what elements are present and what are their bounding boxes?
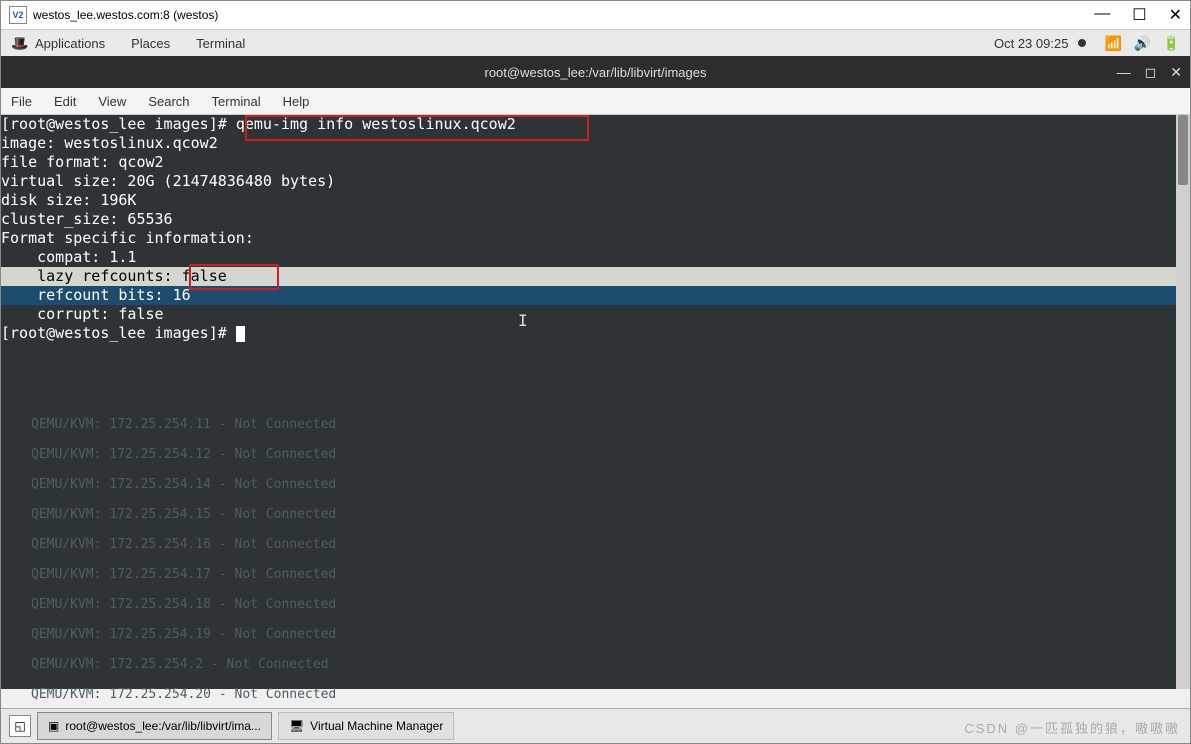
term-maximize-button[interactable]: ◻ [1145,64,1157,81]
list-item: QEMU/KVM: 172.25.254.2 - Not Connected [31,650,336,680]
output-line: cluster_size: 65536 [1,210,173,228]
output-line: image: westoslinux.qcow2 [1,134,218,152]
redhat-icon[interactable]: 🎩 [11,35,27,51]
menu-terminal[interactable]: Terminal [196,36,245,51]
output-line: Format specific information: [1,229,254,247]
vnc-icon: V2 [9,6,27,24]
terminal-window-title: root@westos_lee:/var/lib/libvirt/images [484,65,706,80]
list-item: QEMU/KVM: 172.25.254.16 - Not Connected [31,530,336,560]
close-button[interactable]: ✕ [1169,5,1182,25]
recording-dot-icon [1078,39,1086,47]
terminal-output[interactable]: [root@westos_lee images]# qemu-img info … [1,115,1190,343]
list-item: QEMU/KVM: 172.25.254.15 - Not Connected [31,500,336,530]
clock[interactable]: Oct 23 09:25 [994,36,1068,51]
network-icon[interactable]: 📶 [1104,35,1121,51]
term-menu-terminal[interactable]: Terminal [212,94,261,109]
output-line: disk size: 196K [1,191,136,209]
list-item: QEMU/KVM: 172.25.254.20 - Not Connected [31,680,336,710]
list-item: QEMU/KVM: 172.25.254.17 - Not Connected [31,560,336,590]
output-line: corrupt: false [1,305,164,323]
output-line: virtual size: 20G (21474836480 bytes) [1,172,335,190]
list-item: QEMU/KVM: 172.25.254.14 - Not Connected [31,470,336,500]
output-line-selected: refcount bits: 16 [1,286,1190,305]
cursor-icon [236,326,245,342]
output-line-highlight: lazy refcounts: false [1,267,1190,286]
term-minimize-button[interactable]: — [1117,64,1131,81]
terminal-body[interactable]: QEMU/KVM: 172.25.254.11 - Not Connected … [1,115,1190,689]
term-menu-edit[interactable]: Edit [54,94,76,109]
menu-applications[interactable]: Applications [35,36,105,51]
terminal-window-titlebar[interactable]: root@westos_lee:/var/lib/libvirt/images … [1,56,1190,88]
battery-icon[interactable]: 🔋 [1163,35,1180,51]
list-item: QEMU/KVM: 172.25.254.18 - Not Connected [31,590,336,620]
text-cursor-icon: I [518,311,528,330]
list-item: QEMU/KVM: 172.25.254.11 - Not Connected [31,410,336,440]
virt-manager-icon: 🖥 [289,719,304,733]
prompt: [root@westos_lee images]# [1,324,236,342]
taskbar-task-virt-manager[interactable]: 🖥 Virtual Machine Manager [278,712,454,740]
volume-icon[interactable]: 🔊 [1134,35,1151,51]
taskbar-task-terminal[interactable]: ▣ root@westos_lee:/var/lib/libvirt/ima..… [37,712,272,740]
maximize-button[interactable]: ☐ [1132,5,1146,25]
term-close-button[interactable]: ✕ [1170,64,1182,81]
vnc-window-title: westos_lee.westos.com:8 (westos) [33,8,218,22]
term-menu-file[interactable]: File [11,94,32,109]
terminal-scrollbar[interactable] [1176,115,1190,689]
task-label: Virtual Machine Manager [310,719,443,733]
terminal-icon: ▣ [48,719,59,733]
list-item: QEMU/KVM: 172.25.254.12 - Not Connected [31,440,336,470]
task-label: root@westos_lee:/var/lib/libvirt/ima... [65,719,261,733]
virt-manager-connection-list: QEMU/KVM: 172.25.254.11 - Not Connected … [31,410,336,740]
menu-places[interactable]: Places [131,36,170,51]
watermark: CSDN @一匹孤独的狼，嗷嗷嗷 [964,718,1180,737]
list-item: QEMU/KVM: 172.25.254.19 - Not Connected [31,620,336,650]
show-desktop-button[interactable]: ◱ [9,715,31,737]
command: qemu-img info westoslinux.qcow2 [236,115,516,133]
term-menu-help[interactable]: Help [283,94,310,109]
output-line: compat: 1.1 [1,248,136,266]
vnc-titlebar: V2 westos_lee.westos.com:8 (westos) — ☐ … [1,1,1190,30]
term-menu-view[interactable]: View [98,94,126,109]
minimize-button[interactable]: — [1094,5,1110,25]
terminal-menubar: File Edit View Search Terminal Help [1,88,1190,115]
scrollbar-thumb[interactable] [1178,115,1188,185]
prompt: [root@westos_lee images]# [1,115,236,133]
gnome-top-bar: 🎩 Applications Places Terminal Oct 23 09… [1,30,1190,56]
term-menu-search[interactable]: Search [148,94,189,109]
output-line: file format: qcow2 [1,153,164,171]
